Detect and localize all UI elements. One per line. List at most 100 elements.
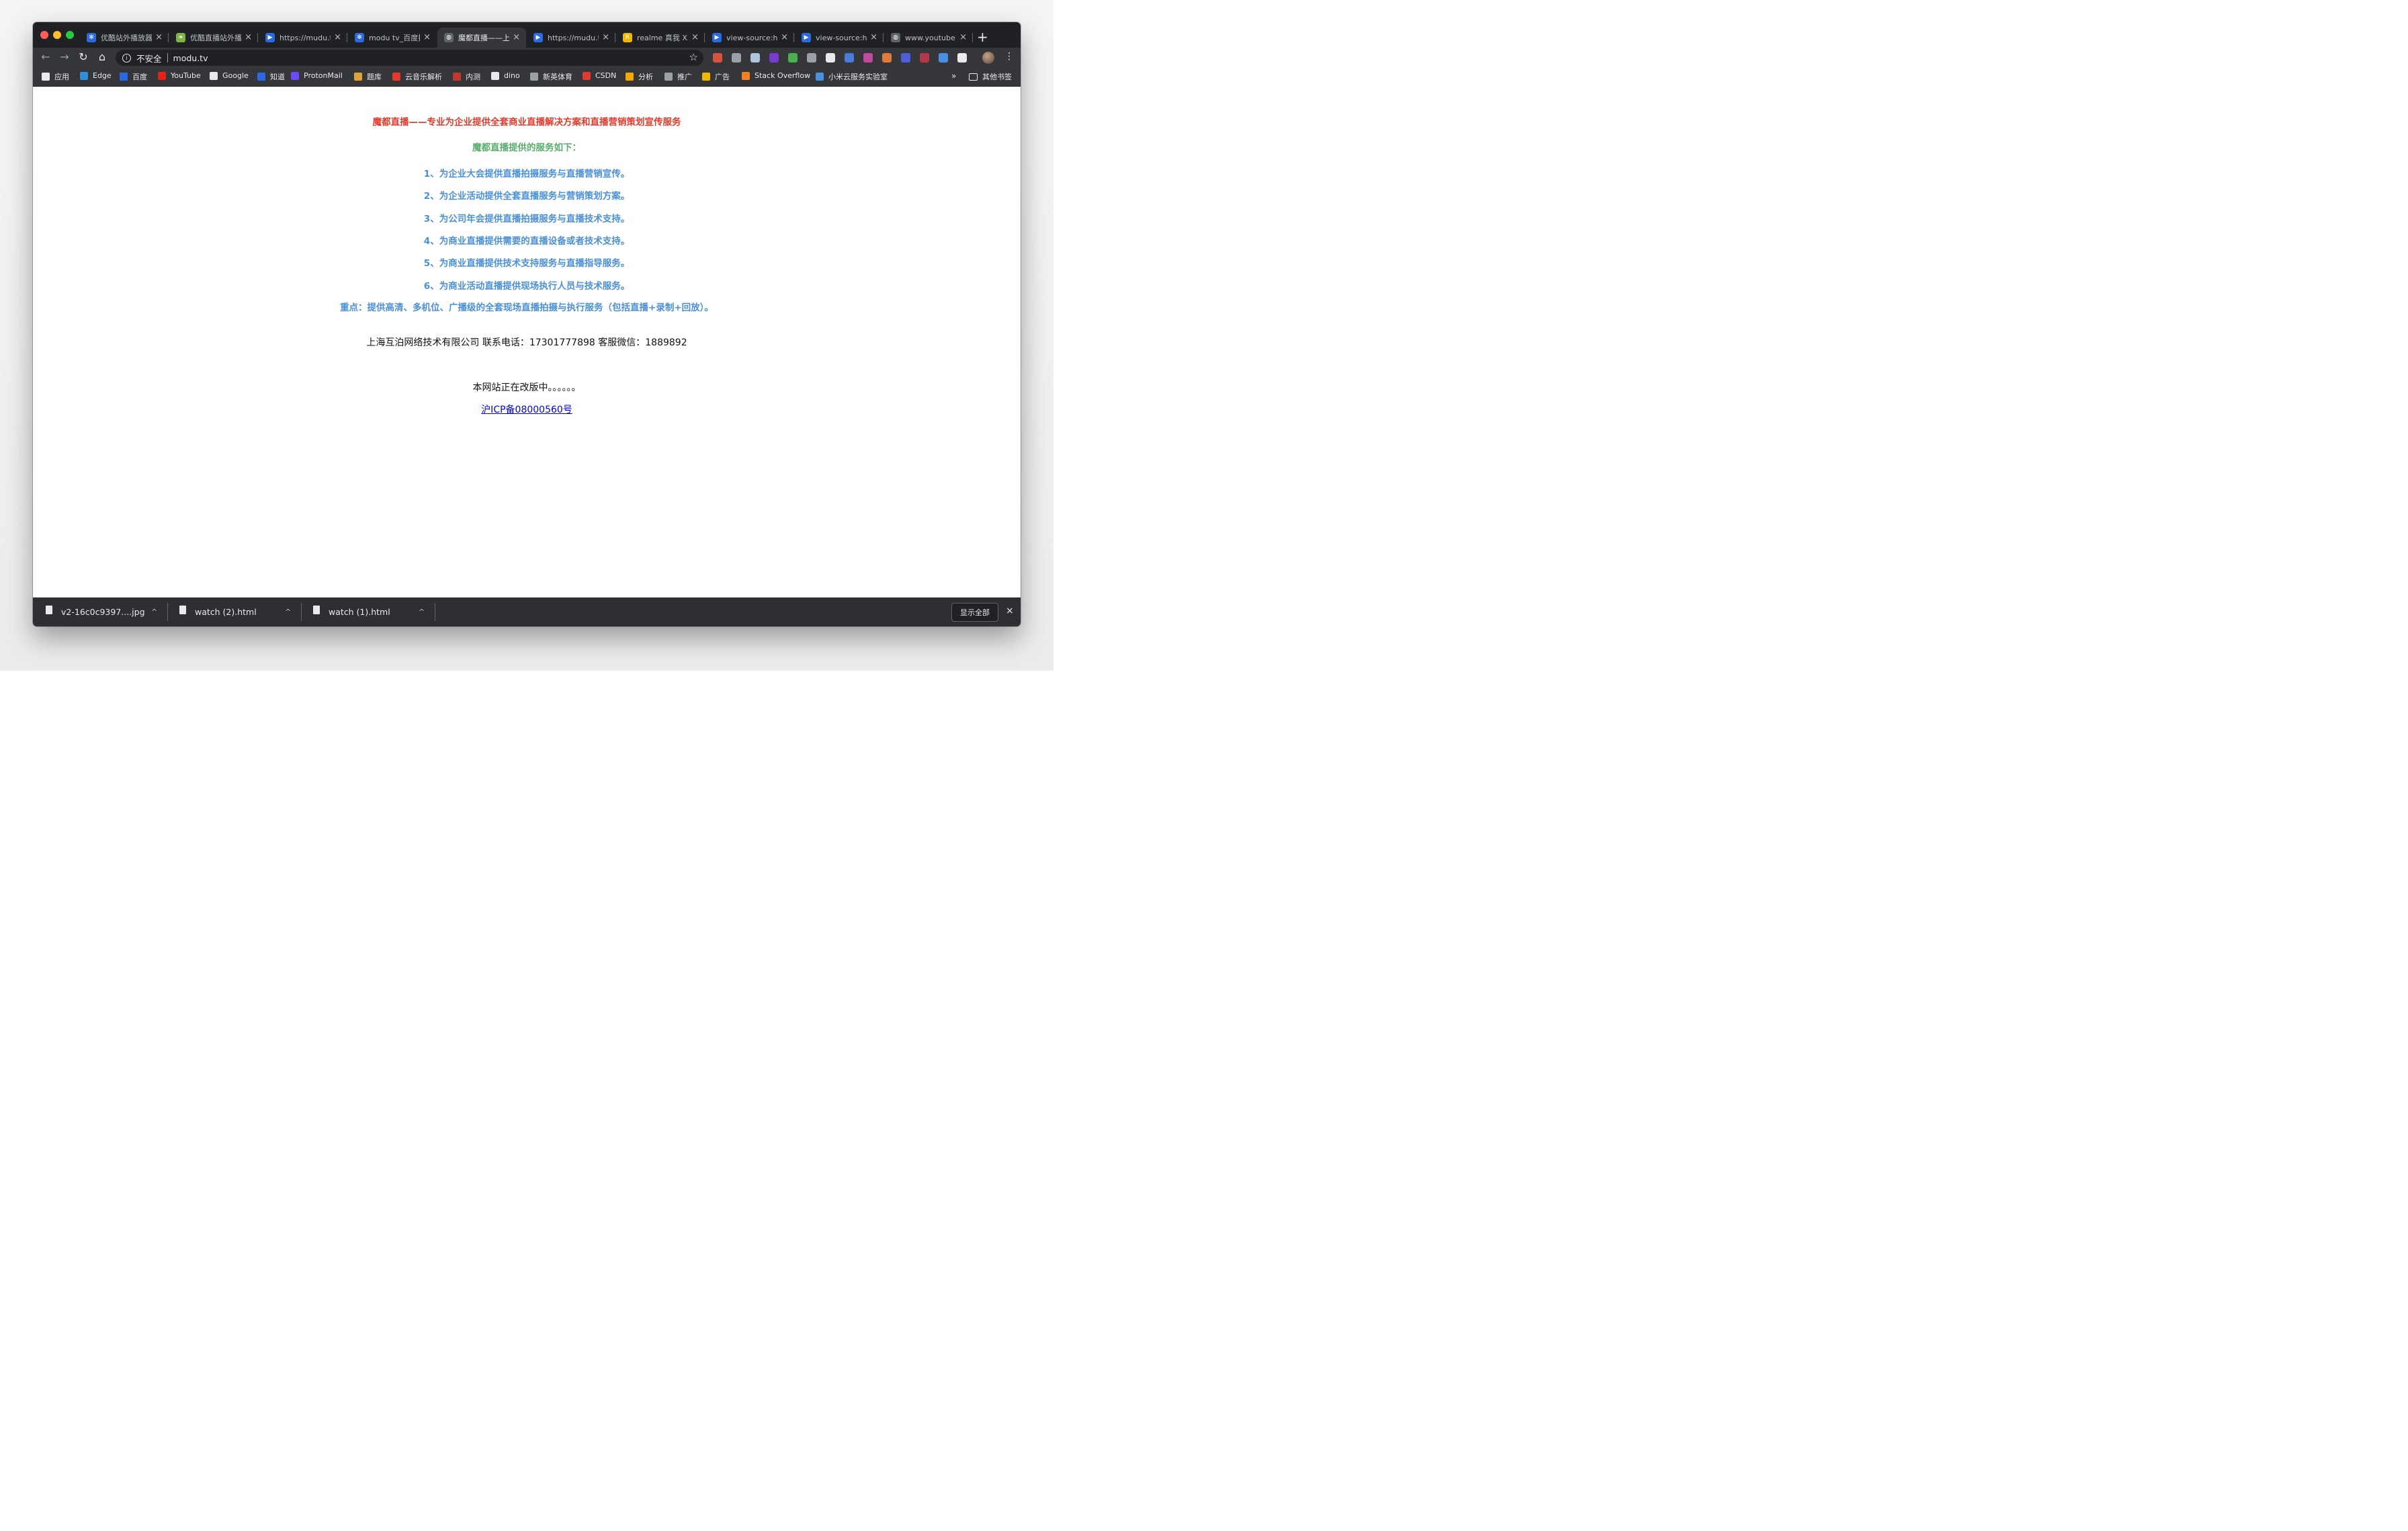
extension-icon-8[interactable] bbox=[863, 53, 873, 63]
tab-close-icon[interactable]: × bbox=[691, 32, 699, 42]
tab-close-icon[interactable]: × bbox=[602, 32, 609, 42]
extension-icon-10[interactable] bbox=[901, 53, 910, 63]
address-bar[interactable]: i 不安全 modu.tv ☆ bbox=[116, 50, 703, 66]
show-all-downloads-button[interactable]: 显示全部 bbox=[951, 603, 998, 622]
contact-info: 上海互泊网络技术有限公司 联系电话：17301777898 客服微信：18898… bbox=[366, 337, 687, 348]
leaf-icon: ❧ bbox=[176, 33, 185, 42]
forward-button[interactable]: → bbox=[58, 50, 71, 63]
url-text[interactable]: modu.tv bbox=[173, 53, 208, 63]
zoom-window-button[interactable] bbox=[66, 31, 74, 39]
reload-button[interactable]: ↻ bbox=[77, 50, 90, 63]
tab-close-icon[interactable]: × bbox=[245, 32, 252, 42]
play-icon: ▶ bbox=[802, 33, 811, 42]
tab-6[interactable]: Rrealme 真我 X5 × bbox=[616, 28, 705, 48]
bookmark-6[interactable]: ProtonMail bbox=[291, 71, 343, 80]
bookmark-label: 应用 bbox=[54, 73, 69, 81]
download-options-chevron-icon[interactable]: ^ bbox=[285, 608, 291, 616]
bookmark-3[interactable]: YouTube bbox=[158, 71, 201, 80]
info-icon[interactable]: i bbox=[122, 53, 131, 63]
download-item[interactable]: watch (2).html ^ bbox=[179, 597, 300, 626]
minimize-window-button[interactable] bbox=[53, 31, 61, 39]
divider bbox=[167, 53, 168, 63]
key-point: 重点：提供高清、多机位、广播级的全套现场直播拍摄与执行服务（包括直播+录制+回放… bbox=[340, 302, 714, 313]
extension-icon-1[interactable] bbox=[732, 53, 741, 63]
close-window-button[interactable] bbox=[40, 31, 48, 39]
other-bookmarks-folder[interactable]: 其他书签 bbox=[969, 71, 1012, 82]
bookmark-label: Stack Overflow bbox=[755, 71, 811, 80]
home-button[interactable]: ⌂ bbox=[95, 50, 109, 63]
extension-icon-7[interactable] bbox=[845, 53, 854, 63]
bookmark-13[interactable]: 分析 bbox=[626, 71, 653, 82]
tab-7[interactable]: ▶ view-source:ht × bbox=[705, 28, 794, 48]
bookmark-10[interactable]: dino bbox=[491, 71, 520, 80]
new-tab-button[interactable]: + bbox=[977, 29, 988, 45]
bookmark-label: Edge bbox=[93, 71, 112, 80]
bookmark-7[interactable]: 题库 bbox=[354, 71, 382, 82]
back-button[interactable]: ← bbox=[39, 50, 52, 63]
extension-icon-4[interactable] bbox=[788, 53, 798, 63]
file-icon bbox=[46, 606, 52, 614]
bookmark-8[interactable]: 云音乐解析 bbox=[392, 71, 442, 82]
tab-label: 优酷直播站外播 bbox=[190, 34, 241, 42]
bookmark-12[interactable]: CSDN bbox=[583, 71, 616, 80]
browser-menu-button[interactable]: ⋮ bbox=[1004, 51, 1014, 62]
bookmark-label: 小米云服务实验室 bbox=[828, 73, 888, 81]
extension-icon-0[interactable] bbox=[713, 53, 722, 63]
bookmark-16[interactable]: Stack Overflow bbox=[742, 71, 810, 80]
bookmark-0[interactable]: 应用 bbox=[42, 71, 69, 82]
maintenance-notice: 本网站正在改版中。。。。。。 bbox=[472, 382, 581, 393]
tab-0[interactable]: ✻ 优酷站外播放器 × bbox=[80, 28, 169, 48]
download-options-chevron-icon[interactable]: ^ bbox=[419, 608, 425, 616]
extension-icon-6[interactable] bbox=[826, 53, 835, 63]
tab-close-icon[interactable]: × bbox=[155, 32, 163, 42]
bookmark-9[interactable]: 内测 bbox=[453, 71, 480, 82]
extension-icon-9[interactable] bbox=[882, 53, 892, 63]
tab-1[interactable]: ❧ 优酷直播站外播 × bbox=[169, 28, 258, 48]
profile-avatar[interactable] bbox=[982, 52, 994, 64]
icp-link[interactable]: 沪ICP备08000560号 bbox=[481, 405, 572, 415]
tab-close-icon[interactable]: × bbox=[781, 32, 788, 42]
download-separator bbox=[167, 603, 168, 621]
tab-5[interactable]: ▶ https://mudu.tv× bbox=[527, 28, 615, 48]
bookmark-15[interactable]: 广告 bbox=[702, 71, 730, 82]
extension-icon-2[interactable] bbox=[750, 53, 760, 63]
security-label[interactable]: 不安全 bbox=[136, 52, 162, 65]
bookmark-11[interactable]: 新英体育 bbox=[530, 71, 572, 82]
bookmark-1[interactable]: Edge bbox=[80, 71, 112, 80]
tab-close-icon[interactable]: × bbox=[870, 32, 877, 42]
tab-close-icon[interactable]: × bbox=[513, 32, 520, 42]
tab-close-icon[interactable]: × bbox=[334, 32, 341, 42]
bookmark-favicon-icon bbox=[80, 71, 88, 80]
paw-icon: ✻ bbox=[87, 33, 96, 42]
bookmark-17[interactable]: 小米云服务实验室 bbox=[816, 71, 888, 82]
bookmark-14[interactable]: 推广 bbox=[664, 71, 692, 82]
tab-3[interactable]: ✻ modu tv_百度搜索× bbox=[348, 28, 437, 48]
close-shelf-button[interactable]: × bbox=[1006, 606, 1014, 616]
bookmark-4[interactable]: Google bbox=[210, 71, 249, 80]
download-item[interactable]: v2-16c0c9397....jpg ^ bbox=[46, 597, 167, 626]
tab-4[interactable]: ◍ 魔都直播——上 × bbox=[437, 28, 526, 48]
bookmark-favicon-icon bbox=[210, 71, 218, 80]
tab-8[interactable]: ▶ view-source:ht × bbox=[795, 28, 884, 48]
bookmark-label: 知道 bbox=[270, 73, 285, 81]
tab-separator bbox=[793, 33, 794, 42]
tab-close-icon[interactable]: × bbox=[959, 32, 967, 42]
tab-close-icon[interactable]: × bbox=[423, 32, 431, 42]
bookmarks-overflow-button[interactable]: » bbox=[951, 71, 956, 81]
extension-icon-12[interactable] bbox=[939, 53, 948, 63]
tab-2[interactable]: ▶ https://mudu.tv× bbox=[259, 28, 347, 48]
tab-separator bbox=[883, 33, 884, 42]
download-item[interactable]: watch (1).html ^ bbox=[313, 597, 434, 626]
bookmark-star-icon[interactable]: ☆ bbox=[689, 51, 698, 63]
bookmark-5[interactable]: 知道 bbox=[257, 71, 285, 82]
extension-icon-5[interactable] bbox=[807, 53, 816, 63]
extension-icon-3[interactable] bbox=[769, 53, 779, 63]
tab-9[interactable]: ◍ www.youtube.c × bbox=[884, 28, 973, 48]
extension-icon-13[interactable] bbox=[957, 53, 967, 63]
service-item: 2、为企业活动提供全套直播服务与营销策划方案。 bbox=[423, 191, 630, 202]
extension-icon-11[interactable] bbox=[920, 53, 929, 63]
bookmark-favicon-icon bbox=[664, 73, 673, 81]
download-options-chevron-icon[interactable]: ^ bbox=[151, 608, 157, 616]
bookmark-2[interactable]: 百度 bbox=[120, 71, 147, 82]
bookmark-favicon-icon bbox=[702, 73, 710, 81]
